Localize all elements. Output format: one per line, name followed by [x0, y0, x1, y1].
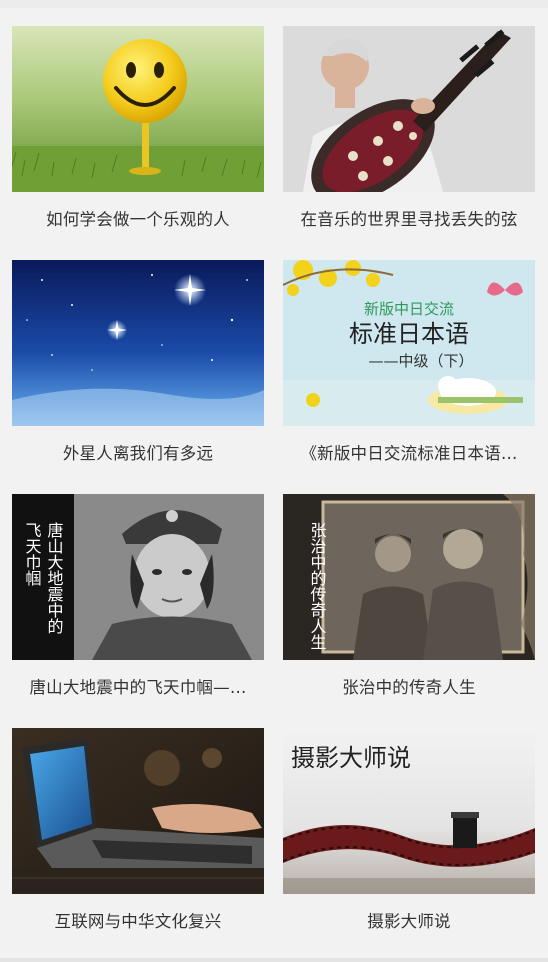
starry-sky-image: [12, 260, 264, 426]
thumbnail-japanese-textbook: 新版中日交流 标准日本语 ——中级（下）: [283, 260, 535, 426]
card-title: 在音乐的世界里寻找丢失的弦: [300, 210, 518, 229]
card-aliens[interactable]: 外星人离我们有多远: [12, 260, 264, 486]
card-music-strings[interactable]: 在音乐的世界里寻找丢失的弦: [283, 26, 535, 252]
card-japanese-textbook[interactable]: 新版中日交流 标准日本语 ——中级（下） 《新版中日交流标准日本语…: [283, 260, 535, 486]
smiley-golf-ball-image: [12, 26, 264, 192]
thumbnail-female-soldier: 唐山大地震中的 飞天巾帼: [12, 494, 264, 660]
card-title: 张治中的传奇人生: [342, 678, 476, 697]
card-title: 如何学会做一个乐观的人: [46, 210, 230, 229]
overlay-col1: 张治中的传奇人生: [308, 522, 327, 650]
thumbnail-film-reel: 摄影大师说: [283, 728, 535, 894]
card-internet-culture[interactable]: 互联网与中华文化复兴: [12, 728, 264, 954]
card-zhang-zhizhong[interactable]: 张治中的传奇人生 张治中的传奇人生: [283, 494, 535, 720]
cover-line3: ——中级（下）: [368, 352, 473, 370]
card-title: 外星人离我们有多远: [62, 444, 214, 463]
historical-photo-image: 张治中的传奇人生: [283, 494, 535, 660]
japanese-textbook-cover: 新版中日交流 标准日本语 ——中级（下）: [283, 260, 535, 426]
pipa-player-image: [283, 26, 535, 192]
card-photography-master[interactable]: 摄影大师说 摄影大师说: [283, 728, 535, 954]
thumbnail-pipa-player: [283, 26, 535, 192]
thumbnail-laptop-typing: [12, 728, 264, 894]
film-reel-image: 摄影大师说: [283, 728, 535, 894]
top-status-strip: [0, 0, 548, 8]
cover-line1: 新版中日交流: [364, 300, 454, 318]
overlay-col2: 飞天巾帼: [23, 522, 42, 586]
card-title: 互联网与中华文化复兴: [54, 912, 222, 931]
thumbnail-historical-photo: 张治中的传奇人生: [283, 494, 535, 660]
card-title: 《新版中日交流标准日本语…: [300, 444, 518, 463]
overlay-text: 摄影大师说: [291, 744, 411, 772]
bottom-divider: [0, 958, 548, 962]
female-soldier-portrait-image: 唐山大地震中的 飞天巾帼: [12, 494, 264, 660]
card-tangshan-heroine[interactable]: 唐山大地震中的 飞天巾帼 唐山大地震中的飞天巾帼—…: [12, 494, 264, 720]
laptop-typing-image: [12, 728, 264, 894]
thumbnail-starry-sky: [12, 260, 264, 426]
overlay-col1: 唐山大地震中的: [45, 522, 64, 635]
card-title: 唐山大地震中的飞天巾帼—…: [29, 678, 247, 697]
cover-line2: 标准日本语: [349, 320, 469, 348]
card-title: 摄影大师说: [367, 912, 451, 931]
card-optimistic-person[interactable]: 如何学会做一个乐观的人: [12, 26, 264, 252]
thumbnail-smiley-golf-ball: [12, 26, 264, 192]
